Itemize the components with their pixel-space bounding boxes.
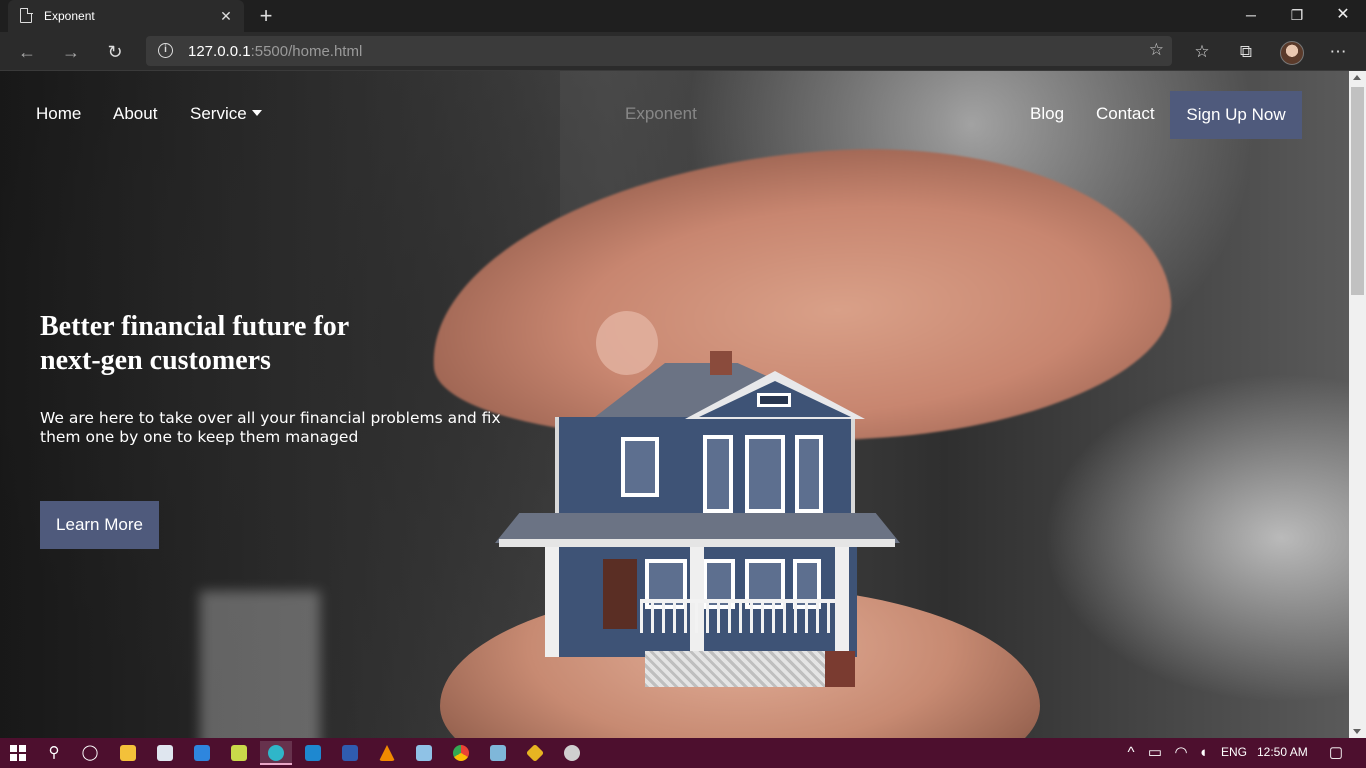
hero-description: We are here to take over all your financ… <box>40 409 501 446</box>
browser-toolbar: ← → ↻ i 127.0.0.1:5500/home.html ☆ ☆ ⧉ ⋯ <box>0 32 1366 71</box>
brand-logo-text[interactable]: Exponent <box>625 104 697 124</box>
restore-button[interactable]: ❐ <box>1274 0 1320 32</box>
tab-close-icon[interactable]: ✕ <box>216 6 236 26</box>
tab-title: Exponent <box>44 9 95 23</box>
browser-tab[interactable]: Exponent ✕ <box>8 0 244 32</box>
nav-service-label: Service <box>190 104 247 123</box>
url-text[interactable]: 127.0.0.1:5500/home.html <box>188 43 362 60</box>
page-scrollbar[interactable] <box>1349 71 1366 738</box>
learn-more-button[interactable]: Learn More <box>40 501 159 549</box>
nav-blog[interactable]: Blog <box>1030 104 1064 124</box>
edge-browser-icon[interactable] <box>260 741 292 765</box>
git-icon[interactable] <box>519 741 551 765</box>
caret-down-icon <box>251 110 262 116</box>
battery-icon[interactable]: ▭ <box>1144 741 1166 765</box>
clock[interactable]: 12:50 AM <box>1257 745 1308 759</box>
sign-up-button[interactable]: Sign Up Now <box>1170 91 1302 139</box>
search-icon[interactable]: ⚲ <box>38 741 70 765</box>
windows-taskbar: ⚲ ◯ ^ ▭ ◠ ◖ ENG 12:50 AM ▢ <box>0 738 1366 768</box>
address-bar[interactable]: i 127.0.0.1:5500/home.html ☆ <box>146 36 1172 66</box>
profile-avatar[interactable] <box>1280 41 1304 65</box>
language-indicator[interactable]: ENG <box>1221 745 1247 759</box>
chevron-up-icon[interactable]: ^ <box>1120 741 1142 765</box>
scroll-thumb[interactable] <box>1351 87 1364 295</box>
page-icon <box>20 7 33 23</box>
chrome-icon[interactable] <box>445 741 477 765</box>
minimize-button[interactable]: ─ <box>1228 0 1274 32</box>
volume-icon[interactable]: ◖ <box>1192 741 1214 765</box>
wifi-icon[interactable]: ◠ <box>1170 741 1192 765</box>
store-icon[interactable] <box>149 741 181 765</box>
hero-title: Better financial future for next-gen cus… <box>40 311 349 376</box>
back-icon[interactable]: ← <box>12 38 42 66</box>
vscode-icon[interactable] <box>297 741 329 765</box>
more-menu-icon[interactable]: ⋯ <box>1326 40 1350 64</box>
vlc-icon[interactable] <box>371 741 403 765</box>
nav-home[interactable]: Home <box>36 104 81 124</box>
add-favorite-icon[interactable]: ☆ <box>1149 40 1164 60</box>
collections-icon[interactable]: ⧉ <box>1234 40 1258 64</box>
close-window-button[interactable]: ✕ <box>1320 0 1366 32</box>
app-icon[interactable] <box>556 741 588 765</box>
notes-icon[interactable] <box>223 741 255 765</box>
nav-contact[interactable]: Contact <box>1096 104 1155 124</box>
refresh-icon[interactable]: ↻ <box>100 38 130 66</box>
photos-icon[interactable] <box>482 741 514 765</box>
scroll-up-icon[interactable] <box>1353 75 1361 80</box>
web-page: Home About Service Exponent Blog Contact… <box>0 71 1349 738</box>
hero-house-image <box>495 351 900 701</box>
powershell-icon[interactable] <box>334 741 366 765</box>
windows-start-icon[interactable] <box>10 745 26 761</box>
nav-service-dropdown[interactable]: Service <box>190 104 262 124</box>
notepad-icon[interactable] <box>408 741 440 765</box>
nav-about[interactable]: About <box>113 104 157 124</box>
scroll-down-icon[interactable] <box>1353 729 1361 734</box>
new-tab-button[interactable]: + <box>254 3 278 29</box>
forward-icon[interactable]: → <box>56 38 86 66</box>
cortana-icon[interactable]: ◯ <box>74 741 106 765</box>
file-explorer-icon[interactable] <box>112 741 144 765</box>
favorites-icon[interactable]: ☆ <box>1190 40 1214 64</box>
mail-icon[interactable] <box>186 741 218 765</box>
info-icon[interactable]: i <box>158 43 173 58</box>
notifications-icon[interactable]: ▢ <box>1320 741 1352 765</box>
browser-tab-strip: Exponent ✕ + ─ ❐ ✕ <box>0 0 1366 32</box>
